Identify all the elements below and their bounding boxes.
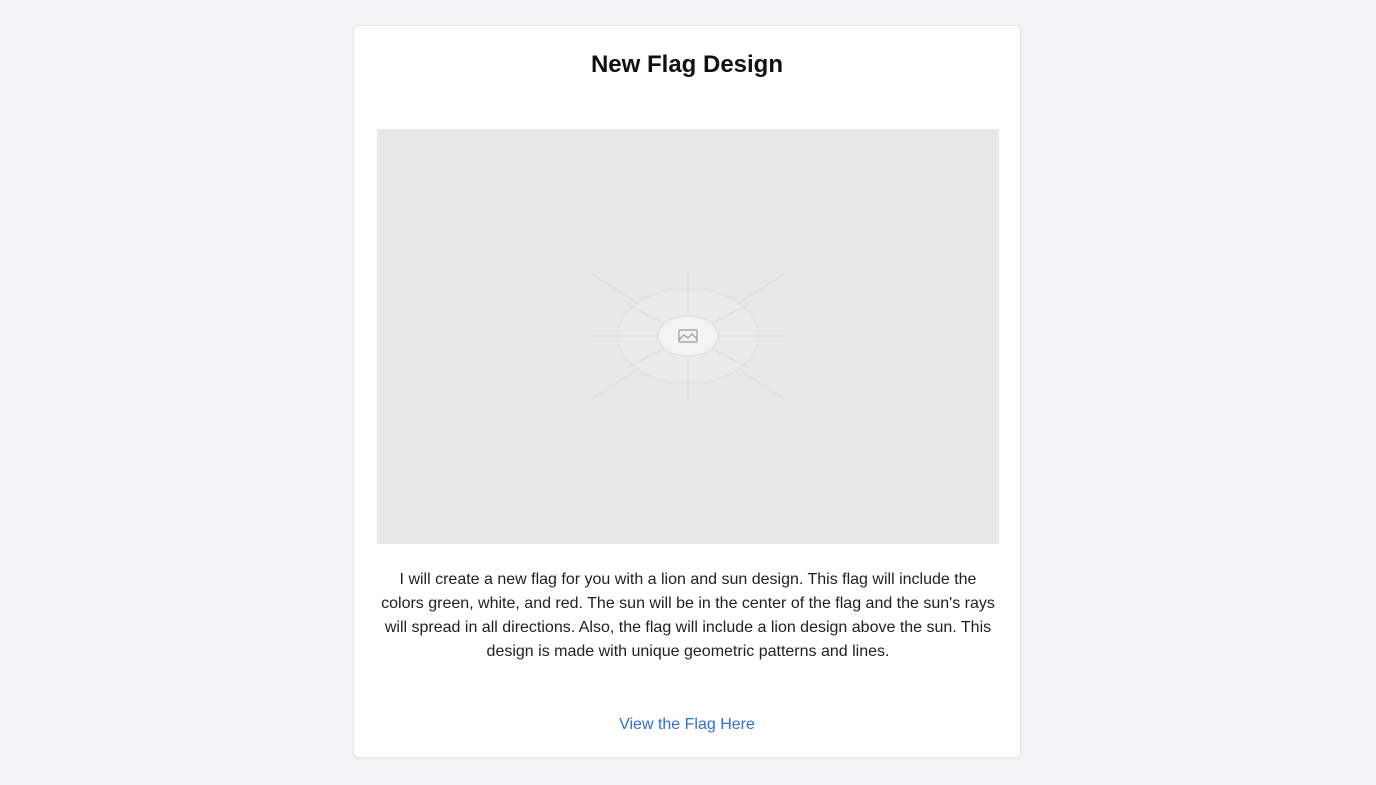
card-title: New Flag Design [590,51,784,78]
flag-description: I will create a new flag for you with a … [381,571,995,660]
placeholder-graphic [591,271,785,401]
flag-image-placeholder [377,129,999,544]
flag-card: New Flag Design I will create a new flag… [353,25,1021,758]
view-flag-link[interactable]: View the Flag Here [354,713,1020,737]
